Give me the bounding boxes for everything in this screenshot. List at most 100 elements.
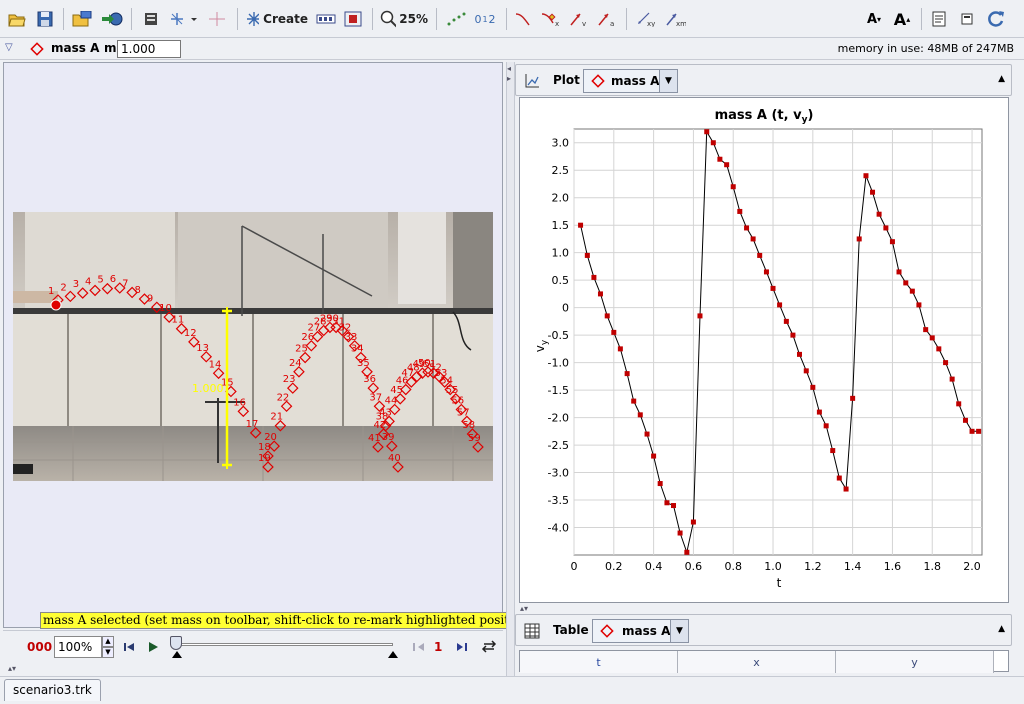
- data-point[interactable]: [737, 208, 743, 214]
- data-point[interactable]: [909, 288, 915, 294]
- data-point[interactable]: [810, 384, 816, 390]
- timeline-slider[interactable]: [175, 643, 393, 646]
- column-header-x[interactable]: x: [678, 651, 836, 673]
- plot-track-dropdown[interactable]: mass A ▼: [583, 69, 678, 93]
- open-folder-icon[interactable]: [6, 8, 28, 30]
- tape-length-label[interactable]: 1.000: [192, 382, 224, 395]
- position-icon[interactable]: x: [538, 8, 562, 30]
- path-icon[interactable]: [512, 8, 534, 30]
- velocity-icon[interactable]: v: [566, 8, 590, 30]
- rate-down-icon[interactable]: ▼: [102, 647, 114, 658]
- column-header-t[interactable]: t: [520, 651, 678, 673]
- data-point[interactable]: [644, 431, 650, 437]
- collapse-triangle-icon[interactable]: ▽: [5, 42, 13, 53]
- xm-vector-icon[interactable]: xm: [662, 8, 688, 30]
- data-point[interactable]: [943, 360, 949, 366]
- data-point[interactable]: [830, 448, 836, 454]
- data-point[interactable]: [770, 285, 776, 291]
- reset-icon[interactable]: [123, 641, 135, 653]
- rate-up-icon[interactable]: ▲: [102, 636, 114, 647]
- data-point[interactable]: [664, 500, 670, 506]
- label-points-icon[interactable]: 012: [472, 8, 498, 30]
- data-point[interactable]: [883, 225, 889, 231]
- data-point[interactable]: [863, 173, 869, 179]
- data-point[interactable]: [611, 329, 617, 335]
- data-point[interactable]: [677, 530, 683, 536]
- track-name[interactable]: mass A: [51, 41, 99, 55]
- data-point[interactable]: [796, 351, 802, 357]
- data-point[interactable]: [969, 428, 975, 434]
- split-divider[interactable]: ◂ ▸: [506, 62, 515, 676]
- track-control-icon[interactable]: [314, 8, 338, 30]
- in-marker-icon[interactable]: [171, 650, 183, 659]
- video-import-icon[interactable]: [100, 8, 124, 30]
- maximize-icon[interactable]: ▲: [998, 624, 1005, 634]
- data-point[interactable]: [962, 417, 968, 423]
- data-point[interactable]: [976, 428, 982, 434]
- data-point[interactable]: [657, 481, 663, 487]
- data-point[interactable]: [730, 184, 736, 190]
- data-point[interactable]: [690, 519, 696, 525]
- step-forward-icon[interactable]: [455, 641, 469, 653]
- data-point[interactable]: [757, 252, 763, 258]
- data-point[interactable]: [578, 222, 584, 228]
- xy-stretch-icon[interactable]: xy: [634, 8, 658, 30]
- divider-right-icon[interactable]: ▸: [507, 74, 511, 83]
- plot-area[interactable]: mass A (t, vy) 0 0.2 0.4 0.6 0.8 1.0 1.2 1.4 1.6…: [519, 97, 1009, 603]
- play-icon[interactable]: [147, 641, 159, 653]
- data-point[interactable]: [949, 376, 955, 382]
- rate-field[interactable]: 100%: [54, 636, 102, 658]
- data-point[interactable]: [843, 486, 849, 492]
- zoom-button[interactable]: 25%: [380, 8, 428, 30]
- font-increase-icon[interactable]: A ▴: [890, 8, 914, 30]
- data-point[interactable]: [624, 371, 630, 377]
- create-track-button[interactable]: Create: [246, 8, 308, 30]
- data-point[interactable]: [671, 503, 677, 509]
- axes-icon[interactable]: [206, 8, 228, 30]
- mass-field[interactable]: 1.000: [117, 40, 181, 58]
- data-point[interactable]: [750, 236, 756, 242]
- out-marker-icon[interactable]: [387, 650, 399, 659]
- data-point[interactable]: [597, 291, 603, 297]
- data-point[interactable]: [777, 302, 783, 308]
- video-frame[interactable]: 1234567891011121314151617181920212223242…: [13, 212, 493, 481]
- data-point[interactable]: [710, 140, 716, 146]
- divider-left-icon[interactable]: ◂: [507, 64, 511, 73]
- data-point[interactable]: [783, 318, 789, 324]
- data-point[interactable]: [956, 401, 962, 407]
- data-point[interactable]: [584, 252, 590, 258]
- notes-icon[interactable]: [928, 8, 950, 30]
- file-tab[interactable]: scenario3.trk: [4, 679, 101, 701]
- data-point[interactable]: [923, 327, 929, 333]
- panel-collapse-icon[interactable]: ▴▾: [8, 664, 16, 673]
- data-point[interactable]: [631, 398, 637, 404]
- data-point[interactable]: [876, 211, 882, 217]
- data-point[interactable]: [903, 280, 909, 286]
- refresh-icon[interactable]: [984, 8, 1008, 30]
- data-point[interactable]: [929, 335, 935, 341]
- step-size[interactable]: 1: [434, 640, 442, 654]
- chevron-down-icon[interactable]: ▼: [670, 620, 688, 642]
- data-point[interactable]: [816, 409, 822, 415]
- maximize-icon[interactable]: ▲: [998, 74, 1005, 84]
- autotracker-icon[interactable]: [342, 8, 364, 30]
- data-point[interactable]: [896, 269, 902, 275]
- loop-icon[interactable]: [481, 639, 497, 653]
- data-point[interactable]: [823, 423, 829, 429]
- data-point[interactable]: [684, 549, 690, 555]
- font-decrease-icon[interactable]: A ▾: [862, 8, 886, 30]
- data-point[interactable]: [803, 368, 809, 374]
- slider-thumb[interactable]: [170, 636, 182, 650]
- trails-icon[interactable]: [444, 8, 468, 30]
- data-point[interactable]: [717, 156, 723, 162]
- data-point[interactable]: [591, 274, 597, 280]
- data-point[interactable]: [724, 162, 730, 168]
- data-point[interactable]: [790, 332, 796, 338]
- data-point[interactable]: [870, 189, 876, 195]
- data-point[interactable]: [916, 302, 922, 308]
- data-point[interactable]: [889, 239, 895, 245]
- data-point[interactable]: [744, 225, 750, 231]
- data-point[interactable]: [850, 395, 856, 401]
- data-point[interactable]: [836, 475, 842, 481]
- save-icon[interactable]: [34, 8, 56, 30]
